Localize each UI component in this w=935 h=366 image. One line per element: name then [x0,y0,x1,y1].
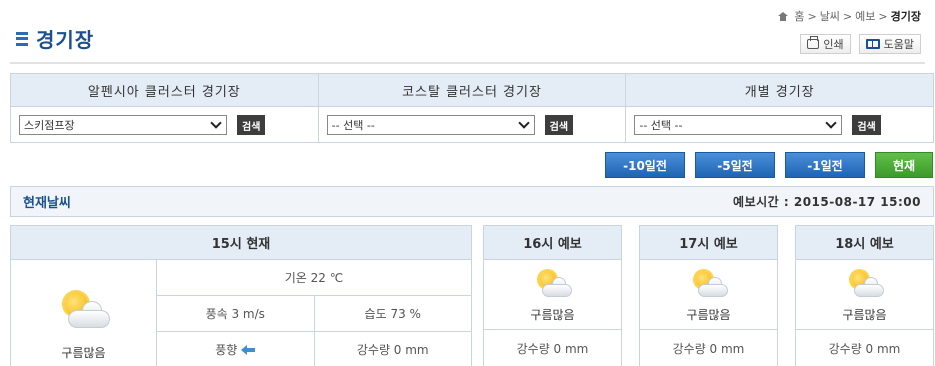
breadcrumb-separator: > [807,9,817,23]
dropdown-value: -- 선택 -- [639,119,683,132]
current-condition: 구름많음 [61,346,106,360]
breadcrumb-home[interactable]: 홈 [794,8,804,24]
breadcrumb-separator: > [842,9,853,23]
forecast-precipitation: 강수량 0 mm [672,341,745,356]
breadcrumb: 홈 > 날씨 > 예보 > 경기장 [778,8,921,24]
precipitation: 강수량 0 mm [356,343,429,357]
arrow-left-icon [241,344,256,355]
current-condition-cell: 구름많음 [11,260,157,366]
forecast-condition: 구름많음 [842,308,887,322]
forecast-column-17h: 17시 예보 구름많음 강수량 0 mm [639,225,778,366]
humidity: 습도 73 % [364,307,421,321]
venue-select-row: -- 선택 -- 검색 [319,107,626,143]
current-weather-table: 15시 현재 구름많음 기온 22 ℃ 풍속 3 m/s 습도 73 % 풍향 … [10,225,472,366]
search-button-alpensia[interactable]: 검색 [237,115,266,135]
menu-bars-icon [16,31,28,46]
forecast-heading: 18시 예보 [796,226,933,260]
breadcrumb-current: 경기장 [890,10,921,23]
search-button-individual[interactable]: 검색 [852,115,881,135]
breadcrumb-weather[interactable]: 날씨 [820,8,840,24]
chevron-down-icon [825,117,838,129]
current-weather-label: 현재날씨 [23,196,71,211]
venue-dropdown-coastal[interactable]: -- 선택 -- [326,115,535,135]
direction-precip-row: 풍향 강수량 0 mm [157,332,471,366]
dropdown-value: 스키점프장 [24,119,75,132]
current-hour-heading: 15시 현재 [11,226,471,260]
current-weather-body: 구름많음 기온 22 ℃ 풍속 3 m/s 습도 73 % 풍향 강수량 0 m… [11,260,471,366]
header-divider [10,62,925,64]
home-icon[interactable] [778,11,789,21]
venue-dropdown-alpensia[interactable]: 스키점프장 [19,115,227,135]
breadcrumb-forecast[interactable]: 예보 [855,8,875,24]
forecast-precipitation: 강수량 0 mm [828,341,901,356]
partly-cloudy-icon [56,290,112,330]
current-details: 기온 22 ℃ 풍속 3 m/s 습도 73 % 풍향 강수량 0 mm [157,260,471,366]
wind-speed: 풍속 3 m/s [157,296,315,331]
forecast-condition: 구름많음 [686,308,731,322]
chevron-down-icon [518,117,530,129]
venue-select-coastal: 코스탈 클러스터 경기장 -- 선택 -- 검색 [318,74,627,143]
temperature: 기온 22 ℃ [157,260,471,296]
forecast-precipitation: 강수량 0 mm [516,341,589,356]
forecast-heading: 16시 예보 [484,226,621,260]
forecast-condition-cell: 구름많음 [484,260,621,330]
period-buttons: -10일전 -5일전 -1일전 현재 [605,152,933,178]
venue-select-panel: 알펜시아 클러스터 경기장 스키점프장 검색 코스탈 클러스터 경기장 -- 선… [10,73,934,143]
venue-dropdown-individual[interactable]: -- 선택 -- [634,115,843,135]
venue-select-heading: 개별 경기장 [626,74,934,107]
partly-cloudy-icon [689,270,729,298]
partly-cloudy-icon [533,270,573,298]
forecast-condition-cell: 구름많음 [796,260,933,330]
forecast-condition-cell: 구름많음 [640,260,777,330]
venue-select-individual: 개별 경기장 -- 선택 -- 검색 [626,74,934,143]
chevron-down-icon [210,117,222,129]
venue-select-heading: 알펜시아 클러스터 경기장 [11,74,318,107]
help-button[interactable]: 도움말 [858,34,921,54]
forecast-time: 예보시간 : 2015-08-17 15:00 [733,195,921,209]
partly-cloudy-icon [845,270,885,298]
wind-direction: 풍향 [157,332,315,366]
period-button-5-days-ago[interactable]: -5일전 [695,152,775,178]
breadcrumb-separator: > [878,9,888,23]
printer-icon [807,36,820,49]
period-button-1-day-ago[interactable]: -1일전 [785,152,865,178]
print-button[interactable]: 인쇄 [800,34,851,54]
wind-humidity-row: 풍속 3 m/s 습도 73 % [157,296,471,332]
page-title-area: 경기장 [16,24,94,53]
period-button-10-days-ago[interactable]: -10일전 [605,152,685,178]
print-label: 인쇄 [823,38,844,51]
forecast-column-16h: 16시 예보 구름많음 강수량 0 mm [483,225,622,366]
venue-select-heading: 코스탈 클러스터 경기장 [318,74,626,107]
wind-direction-label: 풍향 [215,343,238,357]
venue-select-row: 스키점프장 검색 [11,107,318,143]
search-button-coastal[interactable]: 검색 [544,115,574,135]
venue-select-alpensia: 알펜시아 클러스터 경기장 스키점프장 검색 [11,74,319,142]
forecast-heading: 17시 예보 [640,226,777,260]
utility-buttons: 인쇄 도움말 [800,34,921,54]
page-title: 경기장 [36,28,95,52]
dropdown-value: -- 선택 -- [331,119,375,132]
book-icon [865,39,880,49]
help-label: 도움말 [883,38,914,51]
period-button-now[interactable]: 현재 [875,152,933,178]
forecast-condition: 구름많음 [530,308,575,322]
forecast-column-18h: 18시 예보 구름많음 강수량 0 mm [795,225,934,366]
venue-select-row: -- 선택 -- 검색 [626,107,933,143]
current-weather-bar: 현재날씨 예보시간 : 2015-08-17 15:00 [10,186,934,217]
